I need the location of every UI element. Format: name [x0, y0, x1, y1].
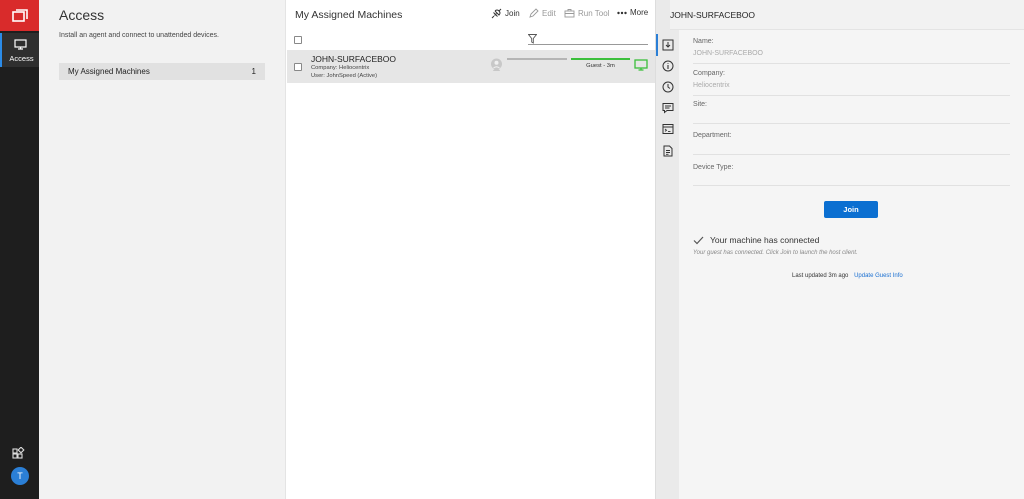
clock-icon [662, 81, 674, 93]
nav-item-access[interactable]: Access [0, 33, 39, 67]
machines-panel: My Assigned Machines Join Edit Run Tool … [285, 0, 655, 499]
update-guest-info-link[interactable]: Update Guest Info [854, 273, 903, 279]
tab-machine-details[interactable] [662, 39, 674, 51]
edit-toolbar-button[interactable]: Edit [529, 8, 556, 18]
machine-user: User: JohnSpeed (Active) [311, 73, 378, 79]
details-tab-strip [655, 0, 679, 499]
logo-icon [11, 9, 28, 22]
apps-icon [12, 446, 25, 459]
nav-item-access-label: Access [9, 54, 34, 63]
tab-notes[interactable] [662, 145, 674, 157]
select-all-checkbox[interactable] [294, 36, 302, 44]
user-icon [491, 58, 502, 71]
field-company-label: Company: [693, 70, 725, 77]
run-tool-toolbar-label: Run Tool [578, 8, 610, 18]
field-site-label: Site: [693, 101, 708, 108]
tab-console[interactable] [662, 123, 674, 135]
connection-status-title: Your machine has connected [710, 235, 820, 245]
access-panel: Access Install an agent and connect to u… [39, 0, 285, 499]
group-item-count: 1 [251, 67, 256, 76]
plug-icon [491, 8, 502, 19]
checkmark-icon [693, 236, 704, 244]
details-header: JOHN-SURFACEBOO [670, 0, 1024, 30]
filter-input[interactable] [528, 33, 648, 45]
document-icon [663, 145, 673, 157]
page-subtitle: Install an agent and connect to unattend… [59, 32, 219, 39]
last-updated-text: Last updated 3m ago [792, 273, 849, 279]
last-updated: Last updated 3m ago Update Guest Info [792, 273, 903, 279]
more-toolbar-button[interactable]: More [617, 8, 648, 17]
guest-status: Guest - 3m [586, 63, 615, 69]
machine-company: Company: Heliocentrix [311, 65, 370, 71]
more-dots-icon [617, 11, 627, 14]
tab-info[interactable] [662, 60, 674, 72]
field-company: Company: Heliocentrix [693, 70, 1010, 96]
run-tool-toolbar-button[interactable]: Run Tool [564, 8, 609, 18]
field-name: Name: JOHN-SURFACEBOO [693, 38, 1010, 64]
details-title: JOHN-SURFACEBOO [670, 10, 756, 20]
avatar[interactable]: T [11, 467, 29, 485]
info-icon [662, 60, 674, 72]
tab-chat[interactable] [662, 102, 674, 114]
console-icon [662, 124, 674, 134]
machines-title: My Assigned Machines [295, 9, 403, 21]
machine-name: JOHN-SURFACEBOO [311, 54, 397, 64]
active-tab-indicator [656, 34, 658, 56]
logo [0, 0, 39, 31]
chat-icon [662, 103, 674, 114]
more-toolbar-label: More [630, 8, 649, 17]
details-panel: JOHN-SURFACEBOO Name: JOHN-SURFACEBOO Co… [670, 0, 1024, 499]
field-company-value: Heliocentrix [693, 82, 730, 89]
field-name-label: Name: [693, 38, 714, 45]
row-checkbox[interactable] [294, 63, 302, 71]
monitor-icon [14, 39, 27, 50]
group-item-my-assigned-machines[interactable]: My Assigned Machines 1 [59, 63, 265, 80]
connection-status-subtitle: Your guest has connected. Click Join to … [693, 250, 858, 256]
status-bar-guest [571, 58, 630, 60]
field-device-type: Device Type: [693, 164, 1010, 186]
group-item-label: My Assigned Machines [68, 67, 150, 76]
pencil-icon [529, 8, 539, 18]
field-department: Department: [693, 132, 1010, 155]
table-row[interactable]: JOHN-SURFACEBOO Company: Heliocentrix Us… [287, 50, 655, 83]
field-site: Site: [693, 101, 1010, 124]
machine-details-icon [662, 39, 674, 51]
apps-button[interactable] [11, 446, 25, 466]
field-department-label: Department: [693, 132, 732, 139]
field-name-value: JOHN-SURFACEBOO [693, 50, 764, 57]
edit-toolbar-label: Edit [542, 8, 556, 18]
toolbox-icon [564, 9, 575, 18]
field-device-type-label: Device Type: [693, 164, 734, 171]
status-bar-host [507, 58, 567, 60]
join-toolbar-label: Join [505, 9, 520, 18]
nav-rail: Access T [0, 0, 39, 499]
online-monitor-icon [634, 59, 648, 71]
join-toolbar-button[interactable]: Join [491, 8, 520, 19]
tab-history[interactable] [662, 81, 674, 93]
filter-icon [528, 34, 537, 44]
join-button[interactable]: Join [824, 201, 878, 218]
connection-status: Your machine has connected [693, 235, 819, 245]
page-title: Access [59, 7, 105, 23]
